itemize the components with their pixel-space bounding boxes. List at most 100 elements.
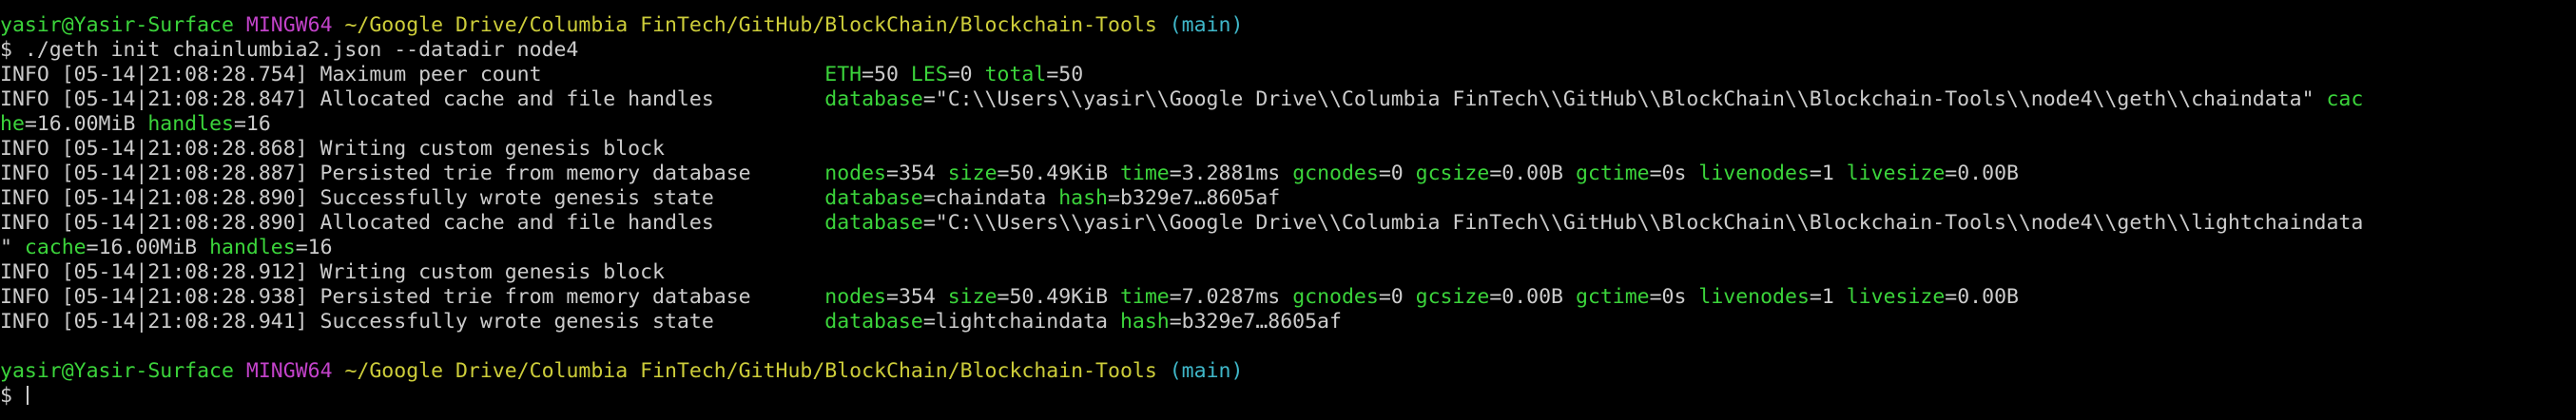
terminal-line-log: INFO [05-14|21:08:28.868] Writing custom… (0, 137, 2576, 162)
terminal-text-segment: =16 (233, 112, 271, 136)
terminal-text-segment: gcsize (1415, 162, 1490, 185)
text-cursor-icon (26, 386, 29, 405)
terminal-text-segment: INFO [05-14|21:08:28.868] Writing custom… (0, 137, 665, 161)
terminal-text-segment: nodes (824, 285, 886, 309)
terminal-text-segment: total (984, 63, 1047, 86)
terminal-text-segment: hash (1119, 310, 1170, 334)
terminal-text-segment: gcnodes (1292, 285, 1379, 309)
terminal-text-segment: =b329e7…8605af (1169, 310, 1342, 334)
terminal-text-segment: =0s (1649, 162, 1699, 185)
terminal-line-log: INFO [05-14|21:08:28.890] Successfully w… (0, 186, 2576, 211)
terminal-text-segment: INFO [05-14|21:08:28.847] Allocated cach… (0, 87, 825, 111)
terminal-text-segment: $ (0, 384, 25, 408)
terminal-output[interactable]: yasir@Yasir-Surface MINGW64 ~/Google Dri… (0, 13, 2576, 420)
terminal-line-log: INFO [05-14|21:08:28.887] Persisted trie… (0, 162, 2576, 186)
terminal-text-segment: =b329e7…8605af (1108, 186, 1281, 210)
terminal-text-segment: gcnodes (1292, 162, 1379, 185)
terminal-text-segment: =7.0287ms (1169, 285, 1293, 309)
terminal-text-segment: nodes (824, 162, 886, 185)
terminal-text-segment: (main) (1169, 13, 1244, 37)
terminal-text-segment: =0.00B (1489, 285, 1576, 309)
terminal-text-segment: cac (2326, 87, 2364, 111)
terminal-text-segment: $ ./geth init chainlumbia2.json --datadi… (0, 38, 579, 62)
terminal-text-segment: ~/Google Drive/Columbia FinTech/GitHub/B… (344, 13, 1157, 37)
terminal-text-segment: =0.00B (1489, 162, 1576, 185)
terminal-text-segment: cache (24, 236, 87, 259)
terminal-text-segment: =0 (1378, 285, 1416, 309)
terminal-text-segment: livesize (1846, 162, 1946, 185)
terminal-text-segment: hash (1058, 186, 1108, 210)
terminal-text-segment: =0s (1649, 285, 1699, 309)
terminal-text-segment: INFO [05-14|21:08:28.938] Persisted trie… (0, 285, 825, 309)
terminal-line-log: INFO [05-14|21:08:28.890] Allocated cach… (0, 211, 2576, 236)
terminal-text-segment: =50.49KiB (997, 285, 1120, 309)
terminal-text-segment: yasir@Yasir-Surface (0, 359, 234, 383)
terminal-text-segment: =1 (1809, 162, 1847, 185)
terminal-text-segment: INFO [05-14|21:08:28.890] Successfully w… (0, 186, 825, 210)
terminal-text-segment: gctime (1575, 285, 1650, 309)
terminal-text-segment: livenodes (1698, 162, 1810, 185)
terminal-line-prompt-header: yasir@Yasir-Surface MINGW64 ~/Google Dri… (0, 13, 2576, 38)
terminal-line-input-prompt: $ (0, 384, 2576, 409)
terminal-text-segment: =50 (862, 63, 911, 86)
terminal-text-segment: database (824, 87, 923, 111)
terminal-text-segment: database (824, 211, 923, 235)
terminal-text-segment: =3.2881ms (1169, 162, 1293, 185)
terminal-text-segment: =0 (1378, 162, 1416, 185)
terminal-text-segment: ETH (824, 63, 862, 86)
terminal-text-segment: livenodes (1698, 285, 1810, 309)
terminal-text-segment: handles (209, 236, 296, 259)
terminal-text-segment: he (0, 112, 25, 136)
terminal-text-segment: handles (147, 112, 234, 136)
terminal-text-segment: INFO [05-14|21:08:28.887] Persisted trie… (0, 162, 825, 185)
terminal-text-segment: " (0, 236, 25, 259)
terminal-line-log: INFO [05-14|21:08:28.754] Maximum peer c… (0, 63, 2576, 87)
terminal-text-segment: INFO [05-14|21:08:28.890] Allocated cach… (0, 211, 825, 235)
terminal-text-segment: gctime (1575, 162, 1650, 185)
terminal-text-segment: yasir@Yasir-Surface (0, 13, 234, 37)
terminal-text-segment: time (1119, 162, 1170, 185)
terminal-text-segment: MINGW64 (245, 359, 333, 383)
terminal-text-segment: INFO [05-14|21:08:28.941] Successfully w… (0, 310, 825, 334)
terminal-line-log-wrap: " cache=16.00MiB handles=16 (0, 236, 2576, 260)
terminal-text-segment: =0.00B (1945, 285, 2019, 309)
terminal-text-segment: =lightchaindata (922, 310, 1120, 334)
terminal-text-segment: database (824, 186, 923, 210)
terminal-line-prompt-header: yasir@Yasir-Surface MINGW64 ~/Google Dri… (0, 359, 2576, 384)
terminal-text-segment: size (947, 285, 997, 309)
terminal-line-log: INFO [05-14|21:08:28.847] Allocated cach… (0, 87, 2576, 112)
terminal-line-log: INFO [05-14|21:08:28.912] Writing custom… (0, 260, 2576, 285)
terminal-text-segment: =354 (886, 162, 948, 185)
terminal-text-segment: =chaindata (922, 186, 1059, 210)
terminal-line-log: INFO [05-14|21:08:28.938] Persisted trie… (0, 285, 2576, 310)
terminal-text-segment: ="C:\\Users\\yasir\\Google Drive\\Columb… (922, 87, 2327, 111)
terminal-line-log-wrap: he=16.00MiB handles=16 (0, 112, 2576, 137)
terminal-text-segment: =0.00B (1945, 162, 2019, 185)
terminal-text-segment: LES (910, 63, 948, 86)
terminal-text-segment: (main) (1169, 359, 1244, 383)
terminal-text-segment: livesize (1846, 285, 1946, 309)
terminal-text-segment: ~/Google Drive/Columbia FinTech/GitHub/B… (344, 359, 1157, 383)
terminal-text-segment: INFO [05-14|21:08:28.754] Maximum peer c… (0, 63, 825, 86)
terminal-line-log: INFO [05-14|21:08:28.941] Successfully w… (0, 310, 2576, 334)
terminal-line-command: $ ./geth init chainlumbia2.json --datadi… (0, 38, 2576, 63)
terminal-text-segment: =50 (1046, 63, 1084, 86)
terminal-text-segment: =0 (947, 63, 985, 86)
terminal-text-segment: ="C:\\Users\\yasir\\Google Drive\\Columb… (922, 211, 2364, 235)
terminal-text-segment: =16.00MiB (86, 236, 210, 259)
terminal-text-segment: size (947, 162, 997, 185)
terminal-text-segment: gcsize (1415, 285, 1490, 309)
terminal-text-segment: =16.00MiB (24, 112, 148, 136)
terminal-text-segment: =354 (886, 285, 948, 309)
terminal-text-segment: time (1119, 285, 1170, 309)
terminal-text-segment: INFO [05-14|21:08:28.912] Writing custom… (0, 260, 665, 284)
terminal-text-segment: MINGW64 (245, 13, 333, 37)
terminal-text-segment: =1 (1809, 285, 1847, 309)
